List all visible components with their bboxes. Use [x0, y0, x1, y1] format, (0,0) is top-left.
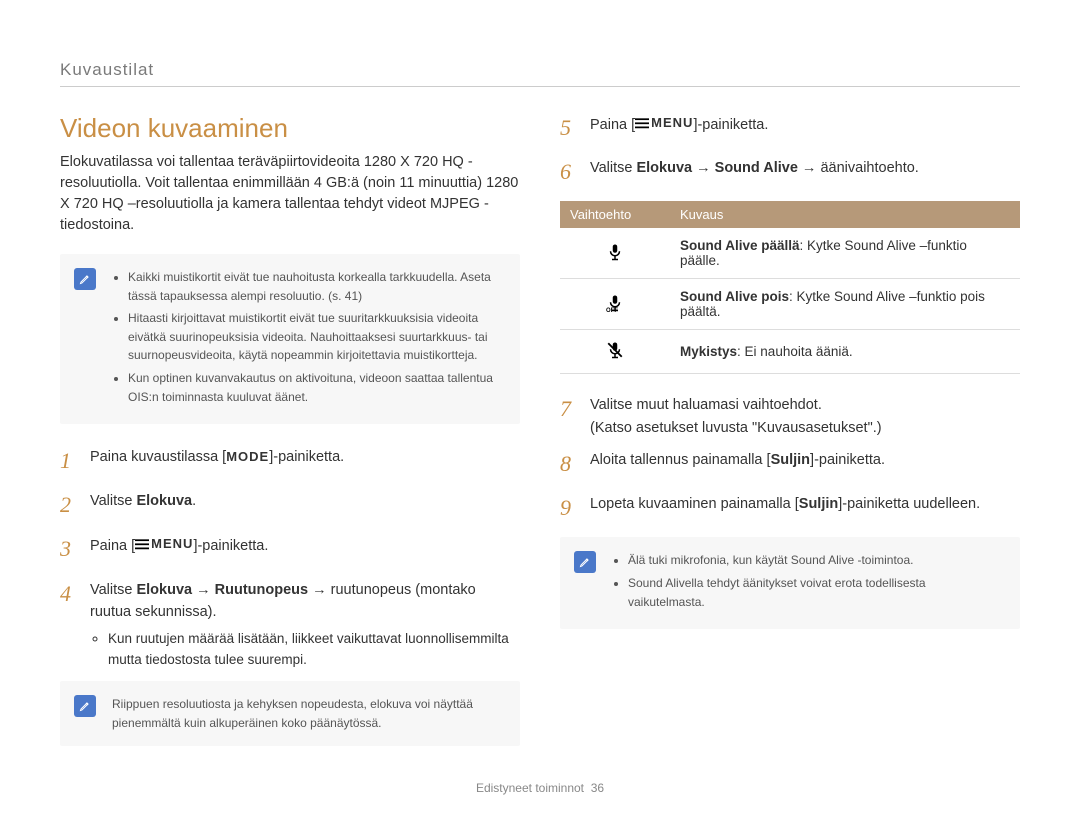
step-text: → äänivaihtoehto.	[798, 160, 919, 176]
step-text: Valitse	[90, 582, 136, 598]
content-columns: Videon kuvaaminen Elokuvatilassa voi tal…	[60, 113, 1020, 771]
option-title: Sound Alive päällä	[680, 238, 800, 253]
table-header: Kuvaus	[670, 201, 1020, 228]
step-text: Valitse	[590, 160, 636, 176]
step-text: ]-painiketta.	[193, 538, 268, 554]
menu-icon: MENU	[635, 113, 693, 133]
left-column: Videon kuvaaminen Elokuvatilassa voi tal…	[60, 113, 520, 771]
step-bold: Suljin	[771, 452, 810, 468]
step: 8 Aloita tallennus painamalla [Suljin]-p…	[560, 449, 1020, 483]
sound-alive-options-table: Vaihtoehto Kuvaus Sound Alive päällä: Ky…	[560, 201, 1020, 374]
step: 2 Valitse Elokuva.	[60, 490, 520, 524]
step-text: (Katso asetukset luvusta "Kuvausasetukse…	[590, 420, 882, 436]
note-box-left-1: Kaikki muistikortit eivät tue nauhoitust…	[60, 254, 520, 424]
step-bullet: Kun ruutujen määrää lisätään, liikkeet v…	[108, 629, 520, 671]
table-row: Mykistys: Ei nauhoita ääniä.	[560, 330, 1020, 374]
step-bold: Ruutunopeus	[215, 582, 308, 598]
step: 5 Paina [MENU]-painiketta.	[560, 113, 1020, 147]
step-number: 1	[60, 444, 90, 478]
step: 7 Valitse muut haluamasi vaihtoehdot. (K…	[560, 394, 1020, 439]
note-item: Hitaasti kirjoittavat muistikortit eivät…	[128, 309, 504, 365]
menu-icon: MENU	[135, 534, 193, 554]
step-text: Aloita tallennus painamalla [	[590, 452, 771, 468]
step: 3 Paina [MENU]-painiketta.	[60, 534, 520, 568]
step: 6 Valitse Elokuva → Sound Alive → ääniva…	[560, 157, 1020, 191]
step-number: 9	[560, 491, 590, 525]
step-text: .	[192, 493, 196, 509]
note-item: Kun optinen kuvanvakautus on aktivoituna…	[128, 369, 504, 406]
note-text: Riippuen resoluutiosta ja kehyksen nopeu…	[112, 697, 473, 730]
pencil-icon	[74, 268, 96, 290]
step-bold: Elokuva	[136, 493, 192, 509]
pencil-icon	[574, 551, 596, 573]
option-title: Sound Alive pois	[680, 289, 789, 304]
step-text: Paina kuvaustilassa [	[90, 449, 226, 465]
footer-label: Edistyneet toiminnot	[476, 781, 584, 795]
note-box-left-2: Riippuen resoluutiosta ja kehyksen nopeu…	[60, 681, 520, 746]
step-text: Valitse	[90, 493, 136, 509]
steps-right-top: 5 Paina [MENU]-painiketta. 6 Valitse Elo…	[560, 113, 1020, 191]
step-bold: Elokuva	[636, 160, 692, 176]
right-column: 5 Paina [MENU]-painiketta. 6 Valitse Elo…	[560, 113, 1020, 771]
step-text: ]-painiketta.	[810, 452, 885, 468]
table-row: Sound Alive päällä: Kytke Sound Alive –f…	[560, 228, 1020, 279]
microphone-on-icon	[606, 250, 624, 265]
step-number: 7	[560, 392, 590, 426]
step-text: ]-painiketta.	[693, 117, 768, 133]
microphone-off-icon	[606, 301, 624, 316]
section-header: Kuvaustilat	[60, 60, 1020, 87]
step-text: ]-painiketta uudelleen.	[838, 496, 980, 512]
note-item: Sound Alivella tehdyt äänitykset voivat …	[628, 574, 1004, 611]
step-number: 6	[560, 155, 590, 189]
table-header: Vaihtoehto	[560, 201, 670, 228]
step-text: →	[192, 582, 215, 598]
step-bold: Elokuva	[136, 582, 192, 598]
step: 4 Valitse Elokuva → Ruutunopeus → ruutun…	[60, 579, 520, 672]
step: 9 Lopeta kuvaaminen painamalla [Suljin]-…	[560, 493, 1020, 527]
step-text: ]-painiketta.	[269, 449, 344, 465]
step-text: →	[692, 160, 715, 176]
intro-paragraph: Elokuvatilassa voi tallentaa teräväpiirt…	[60, 152, 520, 236]
step-number: 8	[560, 447, 590, 481]
step-text: Valitse muut haluamasi vaihtoehdot.	[590, 397, 822, 413]
step-bold: Suljin	[799, 496, 838, 512]
table-row: Sound Alive pois: Kytke Sound Alive –fun…	[560, 279, 1020, 330]
step-bold: Sound Alive	[715, 160, 798, 176]
step-number: 2	[60, 488, 90, 522]
footer-page: 36	[591, 781, 604, 795]
page-footer: Edistyneet toiminnot 36	[60, 771, 1020, 795]
step-text: Paina [	[90, 538, 135, 554]
step: 1 Paina kuvaustilassa [MODE]-painiketta.	[60, 446, 520, 480]
page-title: Videon kuvaaminen	[60, 113, 520, 144]
option-desc: : Ei nauhoita ääniä.	[737, 344, 853, 359]
microphone-mute-icon	[606, 348, 624, 363]
steps-left: 1 Paina kuvaustilassa [MODE]-painiketta.…	[60, 446, 520, 671]
step-text: Paina [	[590, 117, 635, 133]
mode-label: MODE	[226, 449, 269, 464]
step-text: Lopeta kuvaaminen painamalla [	[590, 496, 799, 512]
step-number: 4	[60, 577, 90, 611]
option-title: Mykistys	[680, 344, 737, 359]
steps-right-bottom: 7 Valitse muut haluamasi vaihtoehdot. (K…	[560, 394, 1020, 527]
step-number: 5	[560, 111, 590, 145]
note-item: Älä tuki mikrofonia, kun käytät Sound Al…	[628, 551, 1004, 570]
pencil-icon	[74, 695, 96, 717]
step-number: 3	[60, 532, 90, 566]
note-box-right: Älä tuki mikrofonia, kun käytät Sound Al…	[560, 537, 1020, 629]
note-item: Kaikki muistikortit eivät tue nauhoitust…	[128, 268, 504, 305]
